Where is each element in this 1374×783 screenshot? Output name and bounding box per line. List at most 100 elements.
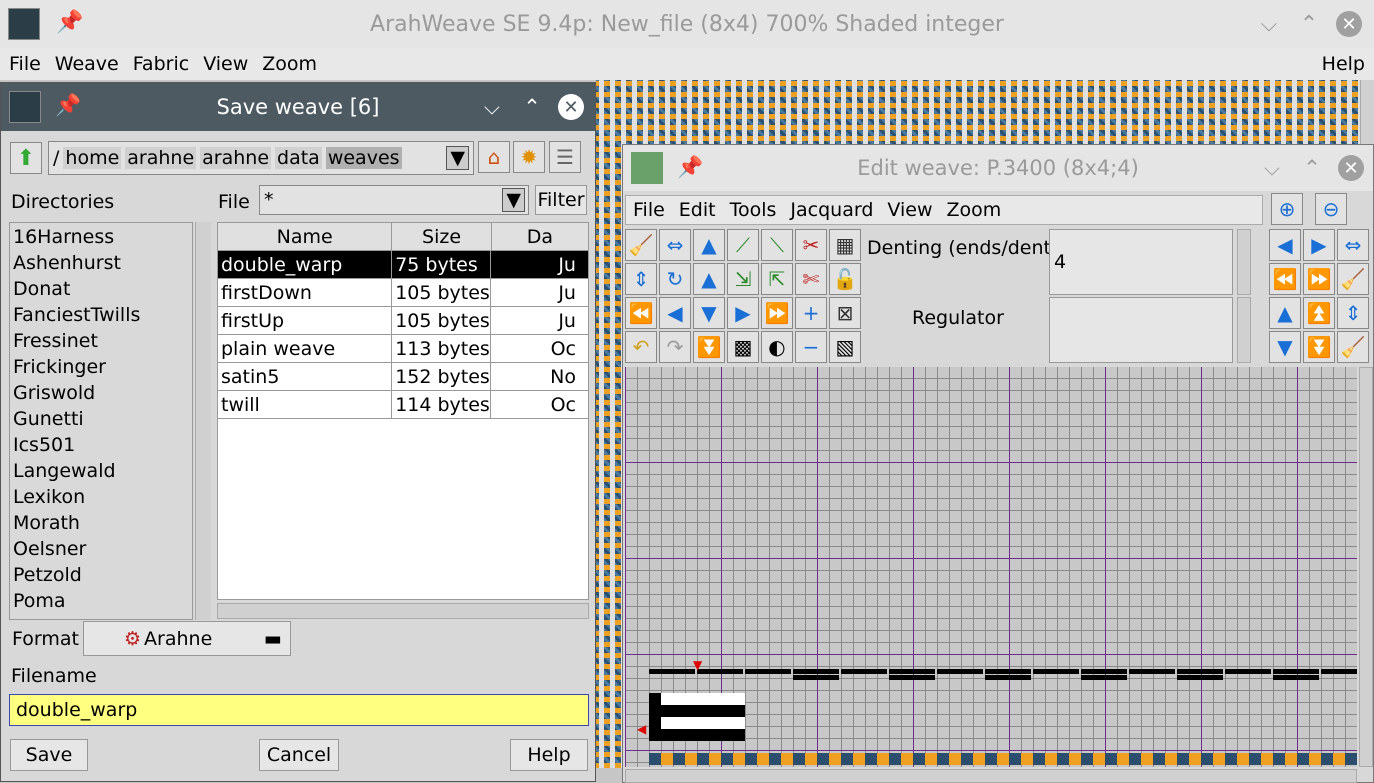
table-row[interactable]: firstUp 105 bytes Ju [218,307,588,335]
arrow-right-icon[interactable]: ▶ [727,297,759,329]
close-icon[interactable]: ✕ [558,94,584,120]
table-row[interactable]: plain weave 113 bytes Oc [218,335,588,363]
denting-scrollbar[interactable] [1237,229,1251,295]
dir-item[interactable]: Oelsner [10,536,192,562]
regulator-scrollbar[interactable] [1237,297,1251,363]
grid-vscrollbar[interactable] [1359,367,1373,767]
new-folder-icon[interactable]: ✹ [513,141,545,173]
edit-menu-jacquard[interactable]: Jacquard [783,199,880,221]
close-icon[interactable]: ✕ [1338,155,1364,181]
edit-menu-tools[interactable]: Tools [723,199,784,221]
dir-item[interactable]: Petzold [10,562,192,588]
pin-icon[interactable]: 📌 [56,10,83,35]
regulator-input[interactable] [1049,297,1233,363]
minus-icon[interactable]: − [795,331,827,363]
menu-weave[interactable]: Weave [48,53,126,75]
dir-item[interactable]: Poma [10,588,192,614]
maximize-icon[interactable]: ⌃ [519,94,545,120]
pin-icon[interactable]: 📌 [677,155,703,180]
maximize-icon[interactable]: ⌃ [1296,11,1322,37]
table-row[interactable]: satin5 152 bytes No [218,363,588,391]
flip-horizontal-icon[interactable]: ⇔ [659,229,691,261]
clear-broom-icon[interactable]: 🧹 [625,229,657,261]
cancel-button[interactable]: Cancel [259,739,339,771]
menu-view[interactable]: View [196,53,255,75]
stretch-horizontal-icon[interactable]: ⇔ [1337,229,1369,261]
dir-item[interactable]: Frickinger [10,354,192,380]
grid-pattern-icon[interactable]: ▦ [829,229,861,261]
dir-item[interactable]: Donat [10,276,192,302]
minimize-icon[interactable]: ⌵ [1259,155,1285,181]
plus-icon[interactable]: + [795,297,827,329]
pan-fast-down-icon[interactable]: ⏬ [1303,331,1335,363]
maximize-icon[interactable]: ⌃ [1299,155,1325,181]
edit-titlebar[interactable]: 📌 Edit weave: P.3400 (8x4;4) ⌵ ⌃ ✕ [623,145,1373,191]
col-name[interactable]: Name [218,223,393,250]
skew-down-icon[interactable]: ⇲ [727,263,759,295]
edit-menu-edit[interactable]: Edit [672,199,723,221]
help-button[interactable]: Help [510,739,588,771]
pan-left-icon[interactable]: ◀ [1269,229,1301,261]
dir-item[interactable]: Fressinet [10,328,192,354]
weave-grid[interactable]: ▼ ◀ [625,367,1357,767]
col-date[interactable]: Da [492,223,588,250]
path-dropdown-icon[interactable]: ▼ [446,146,469,170]
grid-hscrollbar[interactable] [625,769,1357,783]
undo-icon[interactable]: ↶ [625,331,657,363]
dir-item[interactable]: Gunetti [10,406,192,432]
table-row[interactable]: firstDown 105 bytes Ju [218,279,588,307]
pan-up-icon[interactable]: ▲ [1269,297,1301,329]
broom-vertical-icon[interactable]: 🧹 [1337,331,1369,363]
edit-menu-view[interactable]: View [880,199,939,221]
flip-vertical-icon[interactable]: ⇕ [625,263,657,295]
invert-icon[interactable]: ◐ [761,331,793,363]
unlock-icon[interactable]: 🔓 [829,263,861,295]
arrow-left-icon[interactable]: ◀ [659,297,691,329]
close-icon[interactable]: ✕ [1336,11,1362,37]
col-size[interactable]: Size [392,223,492,250]
filter-dropdown-icon[interactable]: ▼ [502,188,525,212]
save-button[interactable]: Save [10,739,88,771]
fast-right-icon[interactable]: ⏩ [761,297,793,329]
parent-dir-icon[interactable]: ⬆ [10,142,42,174]
minimize-icon[interactable]: ⌵ [479,94,505,120]
dir-item[interactable]: 16Harness [10,224,192,250]
arrow-up-icon[interactable]: ▲ [693,263,725,295]
path-bar[interactable]: / home arahne arahne data weaves ▼ [48,141,474,175]
file-table-hscrollbar[interactable] [217,603,589,619]
path-root[interactable]: / [53,147,59,169]
dir-item[interactable]: FanciestTwills [10,302,192,328]
dir-item[interactable]: Ics501 [10,432,192,458]
path-arahne1[interactable]: arahne [125,147,197,169]
home-icon[interactable]: ⌂ [478,141,510,173]
menu-help[interactable]: Help [1315,53,1372,75]
path-data[interactable]: data [275,147,322,169]
dir-item[interactable]: Langewald [10,458,192,484]
broom-icon[interactable]: 🧹 [1337,263,1369,295]
twill-down-icon[interactable]: ⟍ [761,229,793,261]
path-home[interactable]: home [63,147,122,169]
stretch-vertical-icon[interactable]: ⇕ [1337,297,1369,329]
zoom-in-icon[interactable]: ⊕ [1271,193,1303,225]
dir-item[interactable]: Morath [10,510,192,536]
shift-up-icon[interactable]: ▲ [693,229,725,261]
minimize-icon[interactable]: ⌵ [1256,11,1282,37]
menu-fabric[interactable]: Fabric [126,53,196,75]
pan-down-icon[interactable]: ▼ [1269,331,1301,363]
pin-icon[interactable]: 📌 [55,93,81,118]
filename-input[interactable] [9,694,589,726]
file-filter-input[interactable]: * ▼ [259,185,529,215]
frame-icon[interactable]: ⊠ [829,297,861,329]
edit-menu-zoom[interactable]: Zoom [939,199,1008,221]
skew-up-icon[interactable]: ⇱ [761,263,793,295]
small-checker-icon[interactable]: ▧ [829,331,861,363]
cut-paste-icon[interactable]: ✄ [795,263,827,295]
directory-scrollbar[interactable] [195,222,211,620]
rotate-icon[interactable]: ↻ [659,263,691,295]
arrow-down-icon[interactable]: ▼ [693,297,725,329]
table-row[interactable]: double_warp 75 bytes Ju [218,251,588,279]
directory-list[interactable]: 16Harness Ashenhurst Donat FanciestTwill… [9,222,193,620]
redo-icon[interactable]: ↷ [659,331,691,363]
fast-left-icon[interactable]: ⏪ [625,297,657,329]
list-view-icon[interactable]: ☰ [549,141,581,173]
